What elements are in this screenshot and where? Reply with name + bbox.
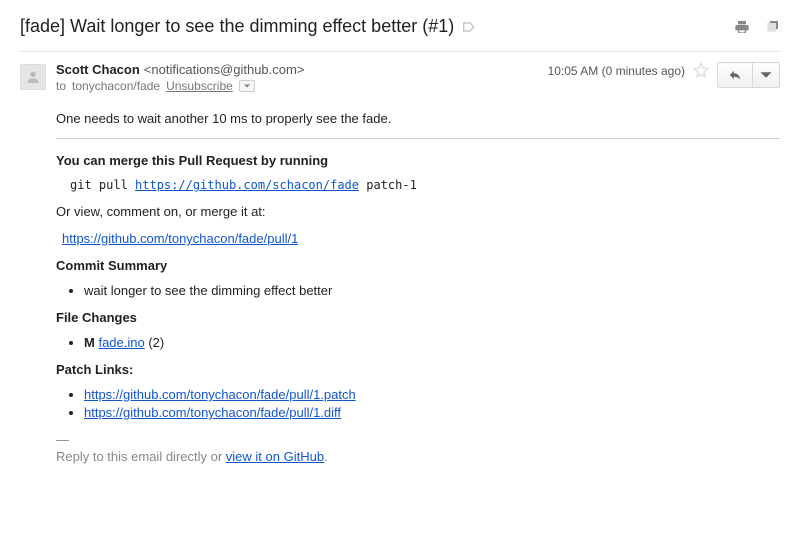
git-command: git pull https://github.com/schacon/fade…	[70, 178, 780, 192]
pr-url-link[interactable]: https://github.com/tonychacon/fade/pull/…	[62, 231, 298, 246]
reply-note: Reply to this email directly or view it …	[56, 449, 780, 464]
diff-link-item: https://github.com/tonychacon/fade/pull/…	[84, 405, 780, 420]
details-toggle[interactable]	[239, 80, 255, 92]
reply-button[interactable]	[717, 62, 752, 88]
reply-more-button[interactable]	[752, 62, 780, 88]
intro-text: One needs to wait another 10 ms to prope…	[56, 111, 780, 126]
subject-row: [fade] Wait longer to see the dimming ef…	[20, 12, 780, 52]
open-new-window-icon[interactable]	[764, 19, 780, 35]
diff-link[interactable]: https://github.com/tonychacon/fade/pull/…	[84, 405, 341, 420]
view-text: Or view, comment on, or merge it at:	[56, 204, 780, 219]
signature-dash: —	[56, 432, 780, 447]
reply-note-prefix: Reply to this email directly or	[56, 449, 226, 464]
from-name: Scott Chacon	[56, 62, 140, 77]
message-body: One needs to wait another 10 ms to prope…	[20, 93, 780, 464]
file-heading: File Changes	[56, 310, 780, 325]
commit-heading: Commit Summary	[56, 258, 780, 273]
message-header: Scott Chacon <notifications@github.com> …	[20, 52, 780, 93]
star-icon[interactable]	[693, 62, 709, 78]
patch-link[interactable]: https://github.com/tonychacon/fade/pull/…	[84, 387, 356, 402]
divider	[56, 138, 780, 139]
to-prefix: to	[56, 79, 66, 93]
git-url-link[interactable]: https://github.com/schacon/fade	[135, 178, 359, 192]
file-lines: (2)	[145, 335, 165, 350]
file-change-item: M fade.ino (2)	[84, 335, 780, 350]
merge-heading: You can merge this Pull Request by runni…	[56, 153, 780, 168]
patch-heading: Patch Links:	[56, 362, 780, 377]
unsubscribe-link[interactable]: Unsubscribe	[166, 79, 233, 93]
to-target: tonychacon/fade	[72, 79, 160, 93]
file-name-link[interactable]: fade.ino	[98, 335, 144, 350]
commit-item: wait longer to see the dimming effect be…	[84, 283, 780, 298]
patch-link-item: https://github.com/tonychacon/fade/pull/…	[84, 387, 780, 402]
label-icon[interactable]	[462, 20, 476, 34]
subject-text: [fade] Wait longer to see the dimming ef…	[20, 16, 454, 37]
print-icon[interactable]	[734, 19, 750, 35]
timestamp: 10:05 AM (0 minutes ago)	[548, 62, 685, 78]
git-cmd-prefix: git pull	[70, 178, 135, 192]
file-status: M	[84, 335, 95, 350]
avatar	[20, 64, 46, 90]
from-email: <notifications@github.com>	[144, 62, 305, 77]
git-branch: patch-1	[359, 178, 417, 192]
reply-note-suffix: .	[324, 449, 328, 464]
view-on-github-link[interactable]: view it on GitHub	[226, 449, 324, 464]
reply-button-group	[717, 62, 780, 88]
